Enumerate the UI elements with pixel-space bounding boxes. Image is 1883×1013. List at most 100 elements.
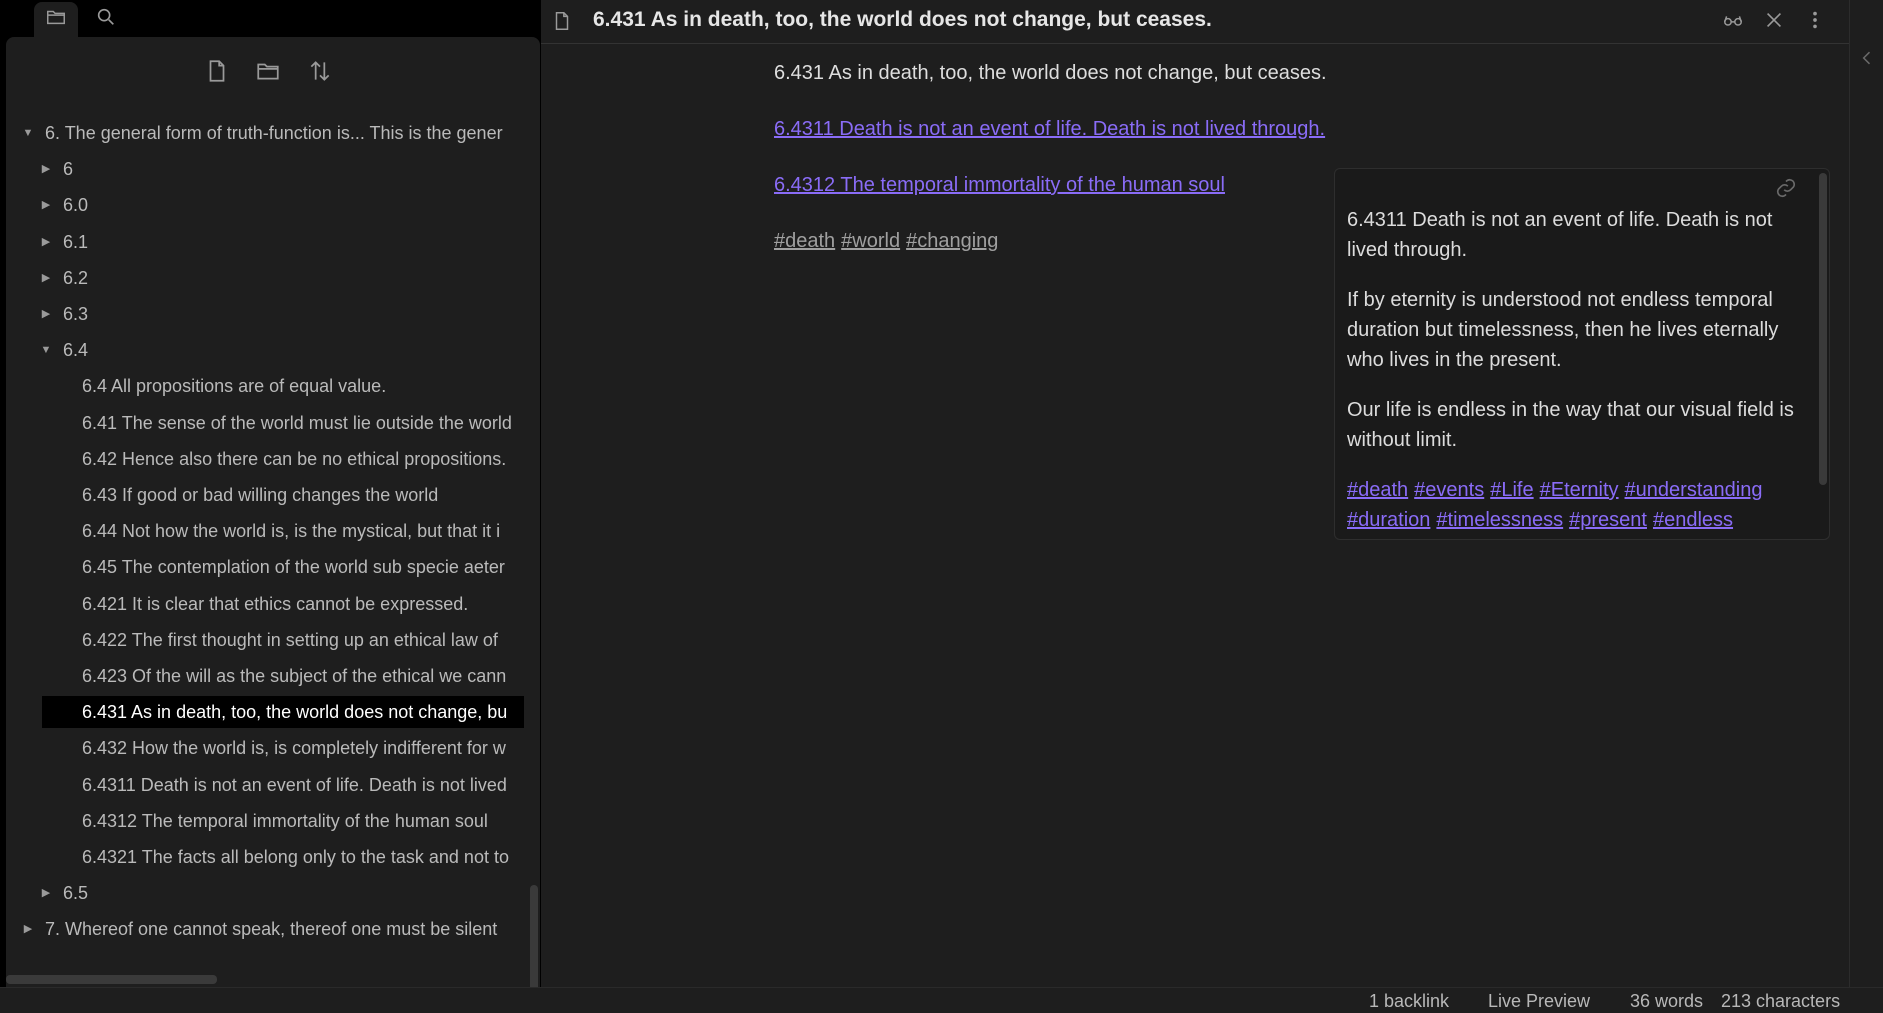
- internal-link[interactable]: 6.4312 The temporal immortality of the h…: [774, 174, 1225, 197]
- tree-item-label: 6: [63, 159, 74, 180]
- tag[interactable]: #timelessness: [1436, 509, 1563, 531]
- editor-header: 6.431 As in death, too, the world does n…: [541, 0, 1849, 44]
- tag[interactable]: #Life: [1490, 479, 1533, 501]
- tree-file[interactable]: 6.4321 The facts all belong only to the …: [6, 841, 524, 873]
- document-icon: [551, 9, 573, 33]
- tree-file[interactable]: 6.4311 Death is not an event of life. De…: [6, 769, 524, 801]
- folder-icon: [45, 6, 67, 33]
- reading-view-icon: [1722, 9, 1744, 36]
- internal-link[interactable]: 6.4311 Death is not an event of life. De…: [774, 118, 1325, 141]
- chevron-right-icon[interactable]: ▶: [39, 226, 53, 258]
- new-folder-button[interactable]: [248, 55, 288, 91]
- tree-file[interactable]: 6.44 Not how the world is, is the mystic…: [6, 515, 524, 547]
- left-sidebar: ▼ 6. The general form of truth-function i…: [0, 0, 540, 1011]
- tag[interactable]: #Eternity: [1540, 479, 1619, 501]
- new-note-button[interactable]: [197, 55, 237, 91]
- tag[interactable]: #death: [774, 230, 835, 252]
- chevron-down-icon[interactable]: ▼: [39, 334, 53, 366]
- tree-item-label: 6.432 How the world is, is completely in…: [82, 738, 506, 759]
- chevron-right-icon[interactable]: ▶: [21, 913, 35, 945]
- tree-file[interactable]: 6.43 If good or bad willing changes the …: [6, 479, 524, 511]
- open-link-button[interactable]: [1773, 177, 1799, 203]
- sidebar-horizontal-scrollbar[interactable]: [6, 975, 217, 984]
- more-options-button[interactable]: [1801, 8, 1829, 36]
- tree-item-label: 6.45 The contemplation of the world sub …: [82, 557, 505, 578]
- chevron-right-icon[interactable]: ▶: [39, 877, 53, 909]
- tree-item-label: 6.4311 Death is not an event of life. De…: [82, 774, 507, 795]
- tree-file[interactable]: 6.421 It is clear that ethics cannot be …: [6, 588, 524, 620]
- tree-file[interactable]: 6.4312 The temporal immortality of the h…: [6, 805, 524, 837]
- popover-scrollbar[interactable]: [1819, 173, 1827, 485]
- note-heading: 6.431 As in death, too, the world does n…: [774, 62, 1327, 84]
- chevron-right-icon[interactable]: ▶: [39, 153, 53, 185]
- tag[interactable]: #duration: [1347, 509, 1430, 531]
- tree-file[interactable]: 6.42 Hence also there can be no ethical …: [6, 443, 524, 475]
- tag[interactable]: #death: [1347, 479, 1408, 501]
- tree-folder[interactable]: ▶ 6.0: [6, 189, 524, 221]
- sort-icon: [307, 58, 333, 89]
- tree-item-label: 6.2: [63, 267, 89, 288]
- tree-item-label: 6.4312 The temporal immortality of the h…: [82, 810, 488, 831]
- chevron-right-icon[interactable]: ▶: [39, 262, 53, 294]
- tree-item-label: 6.43 If good or bad willing changes the …: [82, 485, 439, 505]
- search-tab[interactable]: [84, 2, 128, 37]
- status-bar: 1 backlink Live Preview 36 words 213 cha…: [0, 987, 1883, 1013]
- tree-folder[interactable]: ▶ 6: [6, 153, 524, 185]
- chevron-down-icon[interactable]: ▼: [21, 117, 35, 149]
- tree-file[interactable]: 6.45 The contemplation of the world sub …: [6, 551, 524, 583]
- tree-item-label: 6.5: [63, 883, 89, 904]
- tree-folder[interactable]: ▶ 6.2: [6, 262, 524, 294]
- tree-folder[interactable]: ▼ 6. The general form of truth-function i…: [6, 117, 524, 149]
- search-icon: [95, 6, 117, 33]
- link-preview-popover[interactable]: 6.4311 Death is not an event of life. De…: [1334, 168, 1830, 540]
- tree-file[interactable]: 6.41 The sense of the world must lie out…: [6, 407, 524, 439]
- tree-item-label: 6.431 As in death, too, the world does n…: [82, 702, 508, 723]
- tree-file[interactable]: 6.431 As in death, too, the world does n…: [42, 696, 524, 729]
- sidebar-tab-bar: [0, 0, 540, 37]
- tree-folder[interactable]: ▶ 7. Whereof one cannot speak, thereof on…: [6, 913, 524, 945]
- tree-item-label: 6.423 Of the will as the subject of the …: [82, 666, 507, 686]
- character-count: 213 characters: [1721, 991, 1841, 1011]
- tree-file[interactable]: 6.423 Of the will as the subject of the …: [6, 660, 524, 692]
- sort-button[interactable]: [300, 55, 340, 91]
- tag[interactable]: #world: [841, 230, 900, 252]
- popover-paragraph: Our life is endless in the way that our …: [1347, 399, 1794, 451]
- tree-item-label: 6.41 The sense of the world must lie out…: [82, 412, 512, 433]
- reading-view-button[interactable]: [1719, 8, 1747, 36]
- tag[interactable]: #understanding: [1625, 479, 1763, 501]
- tree-item-label: 6.1: [63, 231, 89, 252]
- more-options-icon: [1804, 9, 1826, 36]
- tree-folder[interactable]: ▶ 6.3: [6, 298, 524, 330]
- tree-item-label: 6.422 The first thought in setting up an…: [82, 629, 498, 650]
- popover-tag-list: #death #events #Life #Eternity #understandin…: [1347, 475, 1807, 535]
- chevron-left-icon: [1857, 48, 1877, 73]
- tree-file[interactable]: 6.422 The first thought in setting up an…: [6, 624, 524, 656]
- tree-file[interactable]: 6.4 All propositions are of equal value.: [6, 370, 524, 402]
- editor-mode[interactable]: Live Preview: [1488, 991, 1590, 1012]
- expand-right-sidebar-button[interactable]: [1856, 48, 1878, 72]
- tree-folder[interactable]: ▼ 6.4: [6, 334, 524, 366]
- tree-item-label: 6.421 It is clear that ethics cannot be …: [82, 593, 469, 614]
- tree-item-label: 6.4321 The facts all belong only to the …: [82, 847, 509, 867]
- tree-item-label: 6.44 Not how the world is, is the mystic…: [82, 521, 501, 542]
- tree-item-label: 7. Whereof one cannot speak, thereof one…: [45, 919, 498, 940]
- tag[interactable]: #present: [1569, 509, 1647, 531]
- files-tab[interactable]: [34, 2, 78, 37]
- note-title[interactable]: 6.431 As in death, too, the world does n…: [593, 8, 1212, 32]
- tree-file[interactable]: 6.432 How the world is, is completely in…: [6, 732, 524, 764]
- right-sidebar-ribbon: [1849, 0, 1883, 987]
- tree-folder[interactable]: ▶ 6.5: [6, 877, 524, 909]
- tag[interactable]: #events: [1414, 479, 1484, 501]
- chevron-right-icon[interactable]: ▶: [39, 298, 53, 330]
- new-folder-icon: [255, 58, 281, 89]
- close-button[interactable]: [1760, 8, 1788, 36]
- new-note-icon: [204, 58, 230, 89]
- tag[interactable]: #changing: [906, 230, 998, 252]
- chevron-right-icon[interactable]: ▶: [39, 189, 53, 221]
- popover-paragraph: If by eternity is understood not endless…: [1347, 289, 1779, 371]
- backlink-count[interactable]: 1 backlink: [1369, 991, 1449, 1012]
- tree-folder[interactable]: ▶ 6.1: [6, 226, 524, 258]
- tree-item-label: 6.4 All propositions are of equal value.: [82, 376, 387, 397]
- tag[interactable]: #endless: [1653, 509, 1733, 531]
- popover-content: 6.4311 Death is not an event of life. De…: [1347, 205, 1807, 535]
